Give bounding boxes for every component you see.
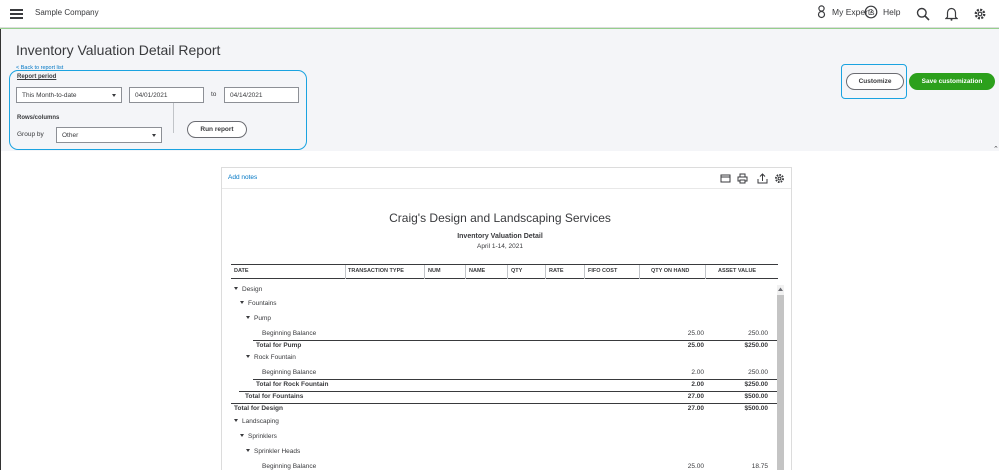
save-customization-button[interactable]: Save customization [909,73,995,90]
table-row[interactable]: Sprinkler Heads [231,446,778,458]
column-separator [465,265,466,279]
scrollbar-thumb[interactable] [777,295,784,470]
report-period-select[interactable]: This Month-to-date [16,87,122,103]
customize-button[interactable]: Customize [846,73,904,90]
table-row[interactable]: Sprinklers [231,431,778,443]
filter-divider [173,103,174,133]
report-name: Inventory Valuation Detail [457,233,543,240]
chevron-down-icon [112,94,116,97]
report-card: Add notes Craig's Design and Landscaping… [221,167,792,470]
column-separator [545,265,546,279]
column-header-rate[interactable]: RATE [549,268,564,277]
collapse-triangle-icon[interactable] [234,418,238,422]
table-row[interactable]: Landscaping [231,416,778,428]
column-separator [507,265,508,279]
report-table-header: DATE TRANSACTION TYPE NUM NAME QTY RATE … [231,264,778,279]
hamburger-menu-icon[interactable] [10,9,23,19]
table-row[interactable]: Fountains [231,298,778,310]
collapse-triangle-icon[interactable] [240,433,244,437]
column-header-date[interactable]: DATE [234,268,249,277]
table-row[interactable]: Rock Fountain [231,352,778,364]
table-row[interactable]: Pump [231,313,778,325]
report-date-range: April 1-14, 2021 [477,243,523,250]
svg-text:?: ? [869,8,873,17]
collapse-triangle-icon[interactable] [246,315,250,319]
scroll-up-arrow-icon[interactable] [777,285,784,293]
search-icon[interactable] [916,7,930,21]
table-row-total: Total for Design 27.00 $500.00 [231,403,778,415]
help-link[interactable]: ? Help [864,5,900,19]
report-header: Inventory Valuation Detail Report < Back… [0,29,999,151]
report-toolbar: Add notes [222,168,791,189]
column-header-qty-on-hand[interactable]: QTY ON HAND [651,268,689,277]
bell-icon[interactable] [945,6,958,21]
top-bar: Sample Company My Experts ? Help [0,0,999,28]
export-icon[interactable] [757,173,768,184]
report-period-label: Report period [17,74,57,80]
to-label: to [211,91,217,98]
company-name: Sample Company [35,8,99,17]
column-header-fifo-cost[interactable]: FIFO COST [588,268,617,277]
column-separator [639,265,640,279]
table-row-total: Total for Rock Fountain 2.00 $250.00 [231,379,778,391]
date-from-input[interactable]: 04/01/2021 [129,87,204,103]
help-icon: ? [864,5,878,19]
table-row: Beginning Balance 25.00 250.00 [262,330,768,337]
collapse-triangle-icon[interactable] [240,300,244,304]
collapse-triangle-icon[interactable] [234,286,238,290]
gear-icon[interactable] [973,7,987,21]
column-header-name[interactable]: NAME [469,268,485,277]
column-separator [424,265,425,279]
date-to-input[interactable]: 04/14/2021 [224,87,299,103]
page-title: Inventory Valuation Detail Report [16,42,221,58]
report-company-name: Craig's Design and Landscaping Services [389,211,611,225]
rows-columns-label: Rows/columns [17,115,60,121]
email-icon[interactable] [720,173,731,184]
table-row-total: Total for Pump 25.00 $250.00 [231,340,778,352]
group-by-label: Group by [17,131,44,138]
app-window: Sample Company My Experts ? Help Invento… [0,0,999,470]
table-row: Beginning Balance 2.00 250.00 [262,369,768,376]
group-by-value: Other [62,132,79,139]
column-header-transaction-type[interactable]: TRANSACTION TYPE [348,268,404,277]
collapse-triangle-icon[interactable] [246,448,250,452]
settings-gear-icon[interactable] [774,173,785,184]
report-period-value: This Month-to-date [22,92,77,99]
column-header-qty[interactable]: QTY [511,268,522,277]
table-row[interactable]: Design [231,284,778,296]
table-row-total: Total for Fountains 27.00 $500.00 [231,391,778,403]
chevron-down-icon [152,134,156,137]
column-separator [345,265,346,279]
run-report-button[interactable]: Run report [187,121,247,138]
person-icon [817,5,826,19]
add-notes-link[interactable]: Add notes [228,174,257,181]
column-separator [705,265,706,279]
table-row: Beginning Balance 25.00 18.75 [262,463,768,470]
column-header-asset-value[interactable]: ASSET VALUE [718,268,756,277]
column-separator [584,265,585,279]
group-by-select[interactable]: Other [56,127,162,143]
column-header-num[interactable]: NUM [428,268,441,277]
chevron-up-icon[interactable]: ⌃ [993,145,999,153]
help-label: Help [883,7,901,17]
collapse-triangle-icon[interactable] [246,354,250,358]
window-left-edge [0,29,1,470]
print-icon[interactable] [737,173,748,184]
